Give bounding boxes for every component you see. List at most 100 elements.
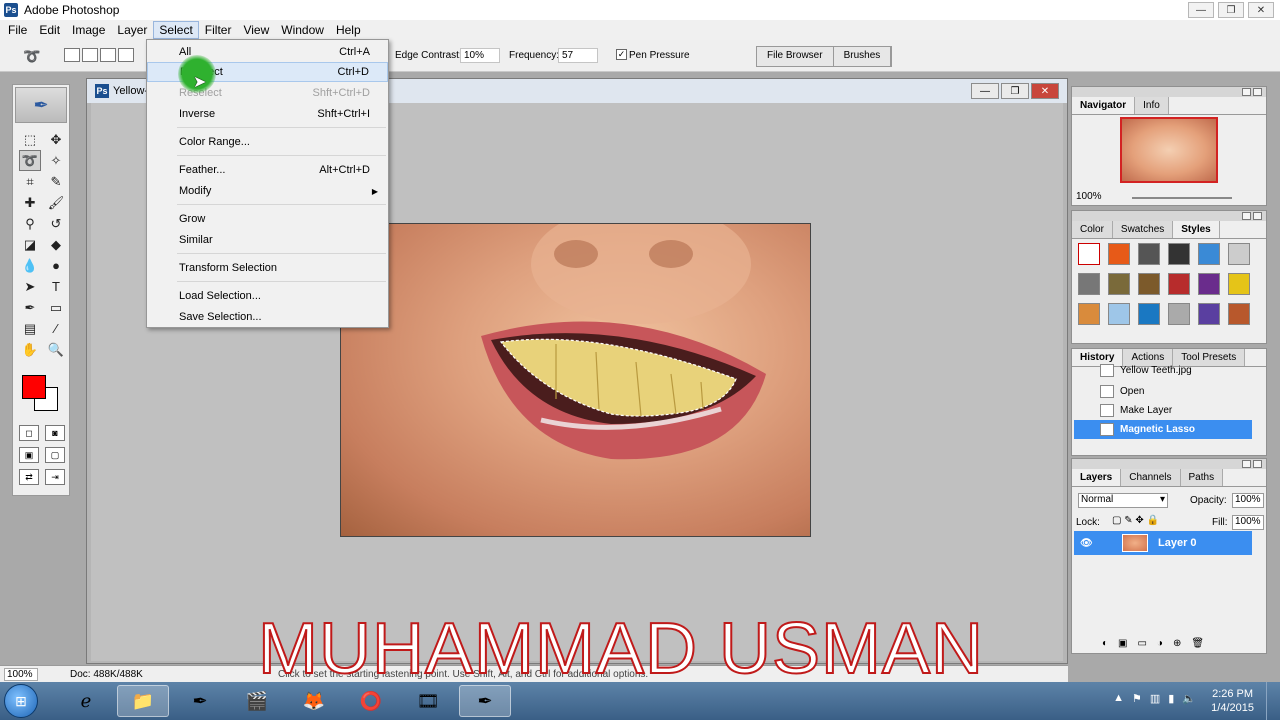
menu-help[interactable]: Help [330, 21, 367, 39]
tab-swatches[interactable]: Swatches [1112, 221, 1174, 238]
style-swatch[interactable] [1138, 243, 1160, 265]
pen-pressure-checkbox[interactable]: ✓ [616, 49, 627, 60]
taskbar-clock[interactable]: 2:26 PM 1/4/2015 [1211, 687, 1254, 715]
style-swatch[interactable] [1198, 303, 1220, 325]
show-desktop-button[interactable] [1266, 682, 1280, 720]
history-item-magnetic-lasso[interactable]: Magnetic Lasso [1074, 420, 1252, 439]
panel-close-button[interactable] [1253, 460, 1262, 468]
panel-minimize-button[interactable] [1242, 460, 1251, 468]
style-swatch[interactable] [1198, 243, 1220, 265]
menu-file[interactable]: File [2, 21, 33, 39]
lock-icons[interactable]: ▢ ✎ ✥ 🔒 [1112, 515, 1159, 526]
foreground-color-swatch[interactable] [22, 375, 46, 399]
jump-to-icon[interactable]: ⇥ [45, 469, 65, 485]
canvas-image[interactable] [340, 223, 811, 537]
style-swatch[interactable] [1108, 303, 1130, 325]
tab-info[interactable]: Info [1135, 97, 1169, 114]
shape-tool-icon[interactable]: ▭ [45, 297, 67, 318]
close-button[interactable]: ✕ [1248, 2, 1274, 18]
menu-item-modify[interactable]: Modify ▶ [147, 181, 388, 201]
style-swatch[interactable] [1108, 273, 1130, 295]
blur-tool-icon[interactable]: 💧 [19, 255, 41, 276]
dodge-tool-icon[interactable]: ● [45, 255, 67, 276]
tray-flag-icon[interactable]: ⚑ [1132, 692, 1142, 705]
pen-app-icon[interactable]: ✒ [174, 685, 226, 717]
doc-close-button[interactable]: ✕ [1031, 83, 1059, 99]
tab-channels[interactable]: Channels [1121, 469, 1181, 486]
subtract-selection-icon[interactable] [100, 48, 116, 62]
panel-minimize-button[interactable] [1242, 88, 1251, 96]
quick-mask-icon[interactable]: ◙ [45, 425, 65, 441]
panel-close-button[interactable] [1253, 212, 1262, 220]
menu-item-transform-selection[interactable]: Transform Selection [147, 258, 388, 278]
tab-color[interactable]: Color [1072, 221, 1113, 238]
history-brush-tool-icon[interactable]: ↺ [45, 213, 67, 234]
style-swatch[interactable] [1138, 273, 1160, 295]
lasso-preset-icon[interactable]: ➰ [18, 46, 46, 66]
blend-mode-select[interactable]: Normal ▾ [1078, 493, 1168, 508]
menu-layer[interactable]: Layer [111, 21, 153, 39]
slice-tool-icon[interactable]: ✎ [45, 171, 67, 192]
history-item-open[interactable]: Open [1074, 382, 1252, 401]
move-tool-icon[interactable]: ✥ [45, 129, 67, 150]
menu-item-save-selection[interactable]: Save Selection... [147, 307, 388, 327]
doc-minimize-button[interactable]: — [971, 83, 999, 99]
internet-explorer-icon[interactable]: ℯ [60, 685, 112, 717]
eye-icon[interactable]: 👁 [1080, 538, 1093, 549]
tab-styles[interactable]: Styles [1173, 221, 1220, 238]
style-swatch[interactable] [1078, 303, 1100, 325]
menu-image[interactable]: Image [66, 21, 111, 39]
menu-item-feather[interactable]: Feather... Alt+Ctrl+D [147, 160, 388, 180]
layer-row[interactable]: 👁 Layer 0 [1074, 531, 1252, 555]
menu-filter[interactable]: Filter [199, 21, 238, 39]
style-swatch[interactable] [1078, 243, 1100, 265]
menu-item-grow[interactable]: Grow [147, 209, 388, 229]
screen-mode-standard-icon[interactable]: ▣ [19, 447, 39, 463]
paint-bucket-tool-icon[interactable]: ◆ [45, 234, 67, 255]
style-swatch[interactable] [1168, 273, 1190, 295]
history-item-snapshot[interactable]: Yellow Teeth.jpg [1074, 361, 1252, 380]
tab-file-browser[interactable]: File Browser [757, 47, 834, 66]
minimize-button[interactable]: — [1188, 2, 1214, 18]
history-item-make-layer[interactable]: Make Layer [1074, 401, 1252, 420]
edge-contrast-field[interactable]: 10% [460, 48, 500, 63]
marquee-tool-icon[interactable]: ⬚ [19, 129, 41, 150]
style-swatch[interactable] [1198, 273, 1220, 295]
menu-item-inverse[interactable]: Inverse Shft+Ctrl+I [147, 104, 388, 124]
tray-network-icon[interactable]: ▥ [1150, 692, 1160, 705]
doc-maximize-button[interactable]: ❐ [1001, 83, 1029, 99]
pen-tool-icon[interactable]: ✒ [19, 297, 41, 318]
file-explorer-icon[interactable]: 📁 [117, 685, 169, 717]
photoshop-feather-logo[interactable]: ✒ [15, 87, 67, 123]
menu-view[interactable]: View [237, 21, 275, 39]
tab-layers[interactable]: Layers [1072, 469, 1122, 486]
style-swatch[interactable] [1168, 303, 1190, 325]
type-tool-icon[interactable]: T [45, 276, 67, 297]
hand-tool-icon[interactable]: ✋ [19, 339, 41, 360]
tray-arrow-icon[interactable]: ▲ [1113, 692, 1124, 705]
jump-to-imageready-icon[interactable]: ⇄ [19, 469, 39, 485]
screen-mode-full-icon[interactable]: ▢ [45, 447, 65, 463]
style-swatch[interactable] [1228, 303, 1250, 325]
standard-mode-icon[interactable]: ◻ [19, 425, 39, 441]
layer-action-icons[interactable]: ◐▣▭◑⊕🗑 [1102, 638, 1214, 649]
style-swatch[interactable] [1168, 243, 1190, 265]
add-selection-icon[interactable] [82, 48, 98, 62]
menu-item-all[interactable]: All Ctrl+A [147, 42, 388, 62]
frequency-field[interactable]: 57 [558, 48, 598, 63]
notes-tool-icon[interactable]: ▤ [19, 318, 41, 339]
menu-item-color-range[interactable]: Color Range... [147, 132, 388, 152]
eyedropper-tool-icon[interactable]: ⁄ [45, 318, 67, 339]
style-swatch[interactable] [1228, 273, 1250, 295]
navigator-zoom-field[interactable]: 100% [1076, 191, 1102, 202]
menu-select[interactable]: Select [153, 21, 199, 39]
menu-edit[interactable]: Edit [33, 21, 66, 39]
start-button[interactable]: ⊞ [4, 684, 38, 718]
style-swatch[interactable] [1108, 243, 1130, 265]
tab-paths[interactable]: Paths [1180, 469, 1224, 486]
menu-item-load-selection[interactable]: Load Selection... [147, 286, 388, 306]
brush-tool-icon[interactable]: 🖌 [45, 192, 67, 213]
opacity-field[interactable]: 100% [1232, 493, 1264, 508]
panel-minimize-button[interactable] [1242, 212, 1251, 220]
style-swatch[interactable] [1078, 273, 1100, 295]
